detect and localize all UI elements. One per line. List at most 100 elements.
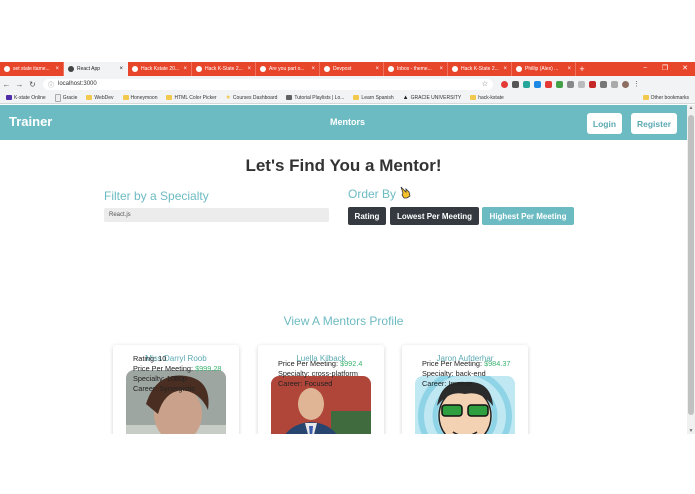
bookmark-item[interactable]: Honeymoon (122, 95, 157, 101)
folder-icon (122, 95, 129, 100)
rating-label: Rating: (133, 354, 157, 363)
mentor-price-row: Price Per Meeting: $999.28 (133, 364, 221, 374)
order-lowest-button[interactable]: Lowest Per Meeting (390, 207, 479, 225)
browser-tab[interactable]: Hack K-State 2... × (448, 62, 512, 76)
forward-icon[interactable]: → (13, 80, 26, 89)
browser-tab[interactable]: set state itame... × (0, 62, 64, 76)
folder-icon (470, 95, 477, 100)
bookmark-item[interactable]: ▲ GRACIE UNIVERSITY (403, 95, 462, 101)
browser-tab[interactable]: Devpost × (320, 62, 384, 76)
order-highest-button[interactable]: Highest Per Meeting (482, 207, 574, 225)
bookmark-item[interactable]: K-state Online (6, 95, 46, 101)
close-icon[interactable]: × (183, 66, 187, 72)
price-value: $999.28 (195, 364, 222, 373)
url-input[interactable]: ⓘ localhost:3000 ☆ (43, 78, 493, 90)
scrollbar-thumb[interactable] (688, 115, 694, 415)
tab-title: Hack K-State 2... (461, 66, 499, 72)
reload-icon[interactable]: ↻ (26, 80, 39, 89)
specialty-filter-input[interactable]: React.js (104, 208, 329, 222)
folder-icon (166, 95, 173, 100)
page-icon (54, 93, 61, 102)
login-button[interactable]: Login (587, 113, 622, 134)
mentor-specialty-row: Specialty: back-end (422, 369, 510, 379)
extension-icon[interactable] (611, 80, 618, 88)
close-icon[interactable]: × (247, 66, 251, 72)
info-icon[interactable]: ⓘ (48, 80, 54, 89)
close-icon[interactable]: × (311, 66, 315, 72)
scroll-down-icon[interactable]: ▼ (688, 428, 694, 434)
order-rating-button[interactable]: Rating (348, 207, 386, 225)
tab-title: set state itame... (13, 66, 50, 72)
nav-link-mentors[interactable]: Mentors (330, 117, 365, 127)
scroll-up-icon[interactable]: ▲ (688, 105, 694, 111)
bookmark-label: WebDev (94, 94, 114, 101)
bookmark-star-icon[interactable]: ☆ (482, 80, 488, 88)
back-icon[interactable]: ← (0, 80, 13, 89)
bookmark-favicon-icon (6, 95, 12, 100)
mentor-details: Price Per Meeting: $984.37 Specialty: ba… (422, 359, 510, 389)
close-icon[interactable]: × (55, 66, 59, 72)
brand-logo[interactable]: Trainer (9, 114, 52, 129)
mentors-heading: View A Mentors Profile (283, 314, 404, 328)
bookmark-item[interactable]: Tutorial Playlists | Lo... (286, 95, 344, 101)
extension-icon[interactable] (534, 80, 541, 88)
bookmark-item[interactable]: Learn Spanish (353, 95, 394, 101)
career-value: Inverse (448, 379, 473, 388)
browser-tab[interactable]: Phillip (Alex) ... × (512, 62, 576, 76)
extension-icon[interactable] (567, 80, 574, 88)
folder-icon (642, 95, 649, 100)
price-label: Price Per Meeting: (133, 364, 194, 373)
close-icon[interactable]: × (567, 66, 571, 72)
page-scrollbar[interactable]: ▲ ▼ (687, 105, 695, 434)
mentor-career-row: Career: Inverse (422, 379, 510, 389)
mentor-rating-row: Rating: 10 (133, 354, 221, 364)
extension-icon[interactable] (589, 80, 596, 88)
close-icon[interactable]: × (375, 66, 379, 72)
register-button[interactable]: Register (631, 113, 677, 134)
other-bookmarks[interactable]: Other bookmarks (642, 94, 689, 101)
browser-tab[interactable]: Hack Kstate 20... × (128, 62, 192, 76)
extension-icon[interactable] (600, 80, 607, 88)
menu-icon[interactable]: ⋮ (633, 81, 640, 88)
specialty-label: Specialty: (422, 369, 454, 378)
price-value: $992.4 (340, 359, 363, 368)
minimize-icon[interactable]: − (635, 62, 655, 76)
browser-tab-active[interactable]: React App × (64, 62, 128, 76)
tab-favicon-icon (4, 66, 10, 72)
filter-heading: Filter by a Specialty (104, 189, 209, 203)
extension-icon[interactable] (578, 80, 585, 88)
price-value: $984.37 (484, 359, 511, 368)
mentor-specialty-row: Specialty: 1080p (133, 374, 221, 384)
extension-icon[interactable] (556, 80, 563, 88)
close-icon[interactable]: × (503, 66, 507, 72)
extension-icon[interactable] (545, 80, 552, 88)
price-label: Price Per Meeting: (422, 359, 483, 368)
bookmark-item[interactable]: hack-kstate (470, 95, 504, 101)
mentor-price-row: Price Per Meeting: $992.4 (278, 359, 362, 369)
browser-tab[interactable]: Are you part o... × (256, 62, 320, 76)
browser-tab[interactable]: Inbox - theme... × (384, 62, 448, 76)
avatar[interactable] (622, 80, 629, 88)
extension-icon[interactable] (523, 80, 530, 88)
bookmark-label: K-state Online (14, 94, 46, 101)
browser-tab[interactable]: Hack K-State 2... × (192, 62, 256, 76)
address-bar-row: ← → ↻ ⓘ localhost:3000 ☆ ⋮ (0, 76, 695, 92)
new-tab-icon[interactable]: + (576, 62, 588, 76)
specialty-label: Specialty: (133, 374, 165, 383)
career-label: Career: (422, 379, 447, 388)
close-window-icon[interactable]: ✕ (675, 62, 695, 76)
bookmark-item[interactable]: ★ Courses Dashboard (226, 94, 278, 102)
career-value: Synergistic (159, 384, 196, 393)
bookmark-item[interactable]: HTML Color Picker (166, 95, 217, 101)
order-heading-label: Order By (348, 187, 397, 201)
close-icon[interactable]: × (119, 66, 123, 72)
close-icon[interactable]: × (439, 66, 443, 72)
order-heading: Order By (348, 186, 411, 202)
tab-title: Devpost (333, 66, 352, 72)
extension-icon[interactable] (501, 80, 508, 88)
bookmark-label: Other bookmarks (650, 94, 689, 101)
maximize-icon[interactable]: ❐ (655, 62, 675, 76)
bookmark-item[interactable]: WebDev (86, 94, 114, 101)
extension-icon[interactable] (512, 80, 519, 88)
bookmark-item[interactable]: Gracie (54, 93, 77, 102)
